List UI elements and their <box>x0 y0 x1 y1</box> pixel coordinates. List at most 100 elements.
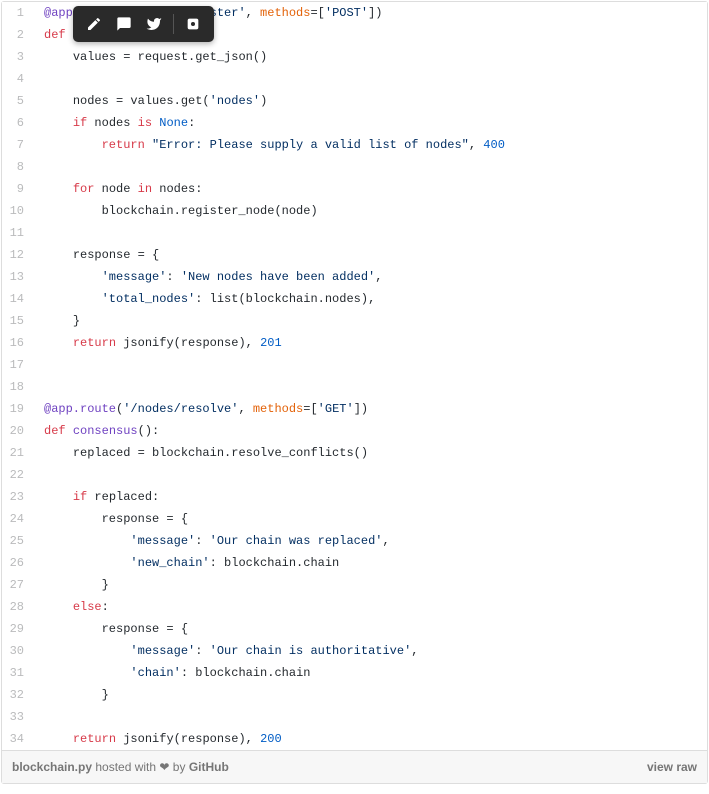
code-line: 31 'chain': blockchain.chain <box>2 662 707 684</box>
code-line: 13 'message': 'New nodes have been added… <box>2 266 707 288</box>
line-content[interactable]: response = { <box>34 618 188 640</box>
code-line: 30 'message': 'Our chain is authoritativ… <box>2 640 707 662</box>
line-number[interactable]: 27 <box>2 574 34 596</box>
code-line: 5 nodes = values.get('nodes') <box>2 90 707 112</box>
code-line: 9 for node in nodes: <box>2 178 707 200</box>
line-content[interactable]: @app.route('/nodes/resolve', methods=['G… <box>34 398 368 420</box>
line-content[interactable] <box>34 376 44 398</box>
line-number[interactable]: 32 <box>2 684 34 706</box>
buffer-icon[interactable] <box>178 9 208 39</box>
line-number[interactable]: 18 <box>2 376 34 398</box>
line-number[interactable]: 20 <box>2 420 34 442</box>
line-number[interactable]: 10 <box>2 200 34 222</box>
code-line: 15 } <box>2 310 707 332</box>
highlight-icon[interactable] <box>79 9 109 39</box>
line-content[interactable] <box>34 354 44 376</box>
filename-link[interactable]: blockchain.py <box>12 760 92 774</box>
line-number[interactable]: 16 <box>2 332 34 354</box>
line-number[interactable]: 29 <box>2 618 34 640</box>
line-content[interactable]: for node in nodes: <box>34 178 202 200</box>
line-content[interactable]: return jsonify(response), 201 <box>34 332 282 354</box>
line-content[interactable] <box>34 706 44 728</box>
line-number[interactable]: 12 <box>2 244 34 266</box>
code-line: 17 <box>2 354 707 376</box>
line-content[interactable]: def consensus(): <box>34 420 159 442</box>
line-content[interactable]: return "Error: Please supply a valid lis… <box>34 134 505 156</box>
line-content[interactable]: response = { <box>34 508 188 530</box>
line-number[interactable]: 11 <box>2 222 34 244</box>
code-line: 12 response = { <box>2 244 707 266</box>
line-content[interactable] <box>34 68 44 90</box>
line-number[interactable]: 1 <box>2 2 34 24</box>
line-number[interactable]: 9 <box>2 178 34 200</box>
line-number[interactable]: 7 <box>2 134 34 156</box>
line-content[interactable]: 'new_chain': blockchain.chain <box>34 552 339 574</box>
line-number[interactable]: 25 <box>2 530 34 552</box>
line-number[interactable]: 5 <box>2 90 34 112</box>
line-content[interactable]: if replaced: <box>34 486 159 508</box>
line-number[interactable]: 14 <box>2 288 34 310</box>
line-content[interactable] <box>34 222 44 244</box>
share-toolbar <box>73 6 214 42</box>
line-number[interactable]: 22 <box>2 464 34 486</box>
line-content[interactable]: blockchain.register_node(node) <box>34 200 318 222</box>
line-number[interactable]: 4 <box>2 68 34 90</box>
by-text: by <box>169 760 188 774</box>
line-number[interactable]: 30 <box>2 640 34 662</box>
line-content[interactable]: return jsonify(response), 200 <box>34 728 282 750</box>
code-line: 29 response = { <box>2 618 707 640</box>
line-content[interactable] <box>34 156 44 178</box>
code-line: 16 return jsonify(response), 201 <box>2 332 707 354</box>
line-content[interactable]: nodes = values.get('nodes') <box>34 90 267 112</box>
code-line: 25 'message': 'Our chain was replaced', <box>2 530 707 552</box>
line-number[interactable]: 21 <box>2 442 34 464</box>
line-number[interactable]: 6 <box>2 112 34 134</box>
line-number[interactable]: 19 <box>2 398 34 420</box>
toolbar-separator <box>173 14 174 34</box>
line-number[interactable]: 28 <box>2 596 34 618</box>
line-content[interactable]: 'message': 'Our chain is authoritative', <box>34 640 418 662</box>
code-line: 22 <box>2 464 707 486</box>
line-content[interactable]: 'message': 'New nodes have been added', <box>34 266 382 288</box>
code-line: 32 } <box>2 684 707 706</box>
line-content[interactable]: } <box>34 684 109 706</box>
code-area[interactable]: 1@app.route('/nodes/register', methods=[… <box>2 2 707 750</box>
line-content[interactable]: } <box>34 574 109 596</box>
gist-footer: blockchain.py hosted with ❤ by GitHub vi… <box>2 750 707 783</box>
line-content[interactable]: 'total_nodes': list(blockchain.nodes), <box>34 288 375 310</box>
line-content[interactable]: if nodes is None: <box>34 112 195 134</box>
line-content[interactable]: values = request.get_json() <box>34 46 267 68</box>
line-content[interactable]: 'chain': blockchain.chain <box>34 662 310 684</box>
line-number[interactable]: 31 <box>2 662 34 684</box>
line-content[interactable] <box>34 464 44 486</box>
line-number[interactable]: 24 <box>2 508 34 530</box>
line-number[interactable]: 15 <box>2 310 34 332</box>
line-number[interactable]: 8 <box>2 156 34 178</box>
line-content[interactable]: replaced = blockchain.resolve_conflicts(… <box>34 442 368 464</box>
line-number[interactable]: 33 <box>2 706 34 728</box>
line-number[interactable]: 23 <box>2 486 34 508</box>
line-content[interactable]: response = { <box>34 244 159 266</box>
line-number[interactable]: 34 <box>2 728 34 750</box>
footer-left: blockchain.py hosted with ❤ by GitHub <box>12 760 229 774</box>
line-content[interactable]: else: <box>34 596 109 618</box>
view-raw-link[interactable]: view raw <box>647 760 697 774</box>
code-line: 24 response = { <box>2 508 707 530</box>
code-line: 19@app.route('/nodes/resolve', methods=[… <box>2 398 707 420</box>
line-number[interactable]: 26 <box>2 552 34 574</box>
line-content[interactable]: 'message': 'Our chain was replaced', <box>34 530 390 552</box>
code-line: 27 } <box>2 574 707 596</box>
line-number[interactable]: 2 <box>2 24 34 46</box>
line-number[interactable]: 17 <box>2 354 34 376</box>
comment-icon[interactable] <box>109 9 139 39</box>
code-line: 33 <box>2 706 707 728</box>
twitter-icon[interactable] <box>139 9 169 39</box>
github-link[interactable]: GitHub <box>189 760 229 774</box>
line-content[interactable]: } <box>34 310 80 332</box>
code-line: 14 'total_nodes': list(blockchain.nodes)… <box>2 288 707 310</box>
code-line: 23 if replaced: <box>2 486 707 508</box>
code-line: 7 return "Error: Please supply a valid l… <box>2 134 707 156</box>
line-number[interactable]: 13 <box>2 266 34 288</box>
code-line: 3 values = request.get_json() <box>2 46 707 68</box>
line-number[interactable]: 3 <box>2 46 34 68</box>
